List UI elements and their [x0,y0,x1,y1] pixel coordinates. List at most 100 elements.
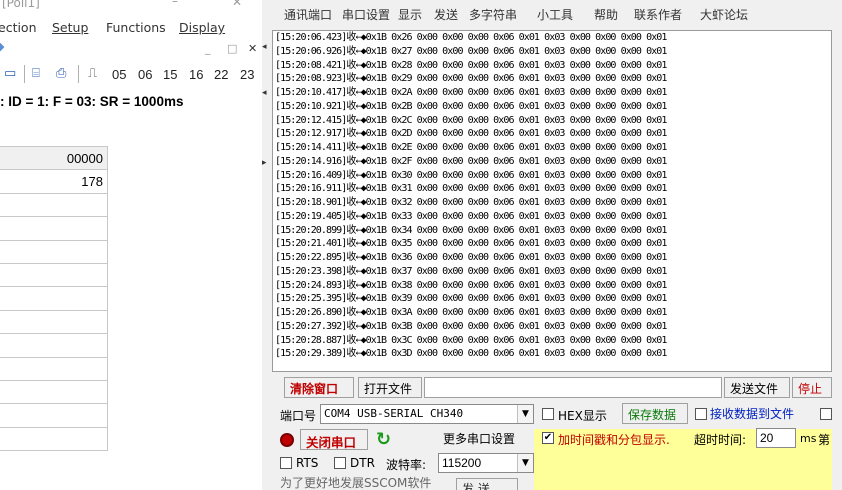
function-23-button[interactable]: 23 [240,67,254,82]
menu-send[interactable]: 发送 [434,6,458,23]
file-path-field[interactable] [424,377,722,398]
table-row[interactable] [0,240,108,264]
receive-log[interactable]: [15:20:06.423]收←◆0x1B 0x26 0x00 0x00 0x0… [272,30,832,372]
splitter-arrow-icon: ◂ [262,88,267,98]
log-line: [15:20:08.421]收←◆0x1B 0x28 0x00 0x00 0x0… [275,59,667,71]
menu-display[interactable]: 显示 [398,6,422,23]
timestamp-checkbox[interactable]: ✔ [542,432,554,444]
port-control-row: 关闭串口 ↻ 更多串口设置 ✔ 加时间戳和分包显示. 超时时间: 20 ms 第 [272,427,842,453]
pulse-icon[interactable]: ⎍ [88,66,97,81]
timeout-unit: ms [800,432,817,445]
log-line: [15:20:18.901]收←◆0x1B 0x32 0x00 0x00 0x0… [275,197,667,208]
mdi-bar: ◆ _ □ ✕ [0,40,268,58]
table-row[interactable]: 178 [0,170,108,194]
log-line: [15:20:27.392]收←◆0x1B 0x3B 0x00 0x00 0x0… [275,320,667,332]
log-line: [15:20:06.926]收←◆0x1B 0x27 0x00 0x00 0x0… [275,45,667,57]
menu-contact[interactable]: 联系作者 [634,6,682,23]
poll-definition-text: : ID = 1: F = 03: SR = 1000ms [0,94,184,109]
log-line: [15:20:26.890]收←◆0x1B 0x3A 0x00 0x00 0x0… [275,307,667,318]
menu-connection[interactable]: ection [0,20,37,35]
close-button[interactable]: ✕ [232,0,242,9]
menu-multi-string[interactable]: 多字符串 [469,6,517,23]
splitter-handle[interactable]: ◂ ◂ ▸ [262,30,272,370]
close-port-button[interactable]: 关闭串口 [300,429,368,450]
menu-port[interactable]: 通讯端口 [284,6,332,23]
next-label: 第 [818,433,831,447]
menu-functions[interactable]: Functions [106,20,166,35]
window-icon[interactable]: ▭ [4,66,16,81]
minimize-button[interactable]: – [172,0,178,8]
function-05-button[interactable]: 05 [112,67,126,82]
save-data-button[interactable]: 保存数据 [622,403,688,424]
log-line: [15:20:10.417]收←◆0x1B 0x2A 0x00 0x00 0x0… [275,87,667,98]
table-row[interactable] [0,334,108,358]
clear-window-button[interactable]: 清除窗口 [284,377,354,398]
open-file-button[interactable]: 打开文件 [358,377,422,398]
log-line: [15:20:28.887]收←◆0x1B 0x3C 0x00 0x00 0x0… [275,334,667,346]
mdi-close-button[interactable]: ✕ [248,42,257,55]
window-title: [Poll1] [2,0,40,10]
table-row[interactable] [0,427,108,452]
log-line: [15:20:12.415]收←◆0x1B 0x2C 0x00 0x00 0x0… [275,114,667,126]
baud-select[interactable]: 115200 ▼ [438,453,534,473]
log-line: [15:20:21.401]收←◆0x1B 0x35 0x00 0x00 0x0… [275,238,667,250]
more-settings-button[interactable]: 更多串口设置 [438,428,536,449]
mdi-restore-button[interactable]: □ [227,42,237,55]
recv-to-file-label[interactable]: 接收数据到文件 [710,405,794,422]
toolbar-separator [24,65,25,83]
connect-icon[interactable]: ⌸ [32,66,40,81]
table-row[interactable] [0,357,108,381]
port-select[interactable]: COM4 USB-SERIAL CH340 ▼ [320,404,534,424]
send-file-button[interactable]: 发送文件 [724,377,790,398]
menu-help[interactable]: 帮助 [594,6,618,23]
menu-serial-settings[interactable]: 串口设置 [342,6,390,23]
stop-button[interactable]: 停止 [792,377,832,398]
log-line: [15:20:16.409]收←◆0x1B 0x30 0x00 0x00 0x0… [275,169,667,181]
log-line: [15:20:24.893]收←◆0x1B 0x38 0x00 0x00 0x0… [275,279,667,291]
serial-options-row: RTS DTR 波特率: 115200 ▼ [272,453,842,475]
menu-forum[interactable]: 大虾论坛 [700,6,748,23]
port-status-icon [280,433,294,447]
timeout-input[interactable]: 20 [756,428,796,448]
table-row[interactable] [0,404,108,428]
poll-status-line: : ID = 1: F = 03: SR = 1000ms [0,92,268,114]
function-22-button[interactable]: 22 [214,67,228,82]
function-15-button[interactable]: 15 [163,67,177,82]
baud-label: 波特率: [386,458,427,472]
port-row: 端口号 COM4 USB-SERIAL CH340 ▼ HEX显示 保存数据 接… [272,403,842,427]
log-line: [15:20:06.423]收←◆0x1B 0x26 0x00 0x00 0x0… [275,32,667,43]
function-06-button[interactable]: 06 [138,67,152,82]
footer-text: 为了更好地发展SSCOM软件 [280,476,432,490]
dtr-checkbox[interactable] [334,457,346,469]
recv-to-file-checkbox[interactable] [695,408,707,420]
menu-tools[interactable]: 小工具 [537,6,573,23]
table-row[interactable] [0,217,108,241]
log-line: [15:20:22.895]收←◆0x1B 0x36 0x00 0x00 0x0… [275,252,667,263]
log-line: [15:20:19.405]收←◆0x1B 0x33 0x00 0x00 0x0… [275,210,667,222]
log-line: [15:20:23.398]收←◆0x1B 0x37 0x00 0x00 0x0… [275,265,667,277]
extra-checkbox[interactable] [820,408,832,420]
timeout-label: 超时时间: [694,433,747,447]
mdi-minimize-button[interactable]: _ [205,42,211,55]
function-16-button[interactable]: 16 [189,67,203,82]
log-line: [15:20:12.917]收←◆0x1B 0x2D 0x00 0x00 0x0… [275,128,667,140]
hex-display-label: HEX显示 [558,409,607,423]
log-line: [15:20:20.899]收←◆0x1B 0x34 0x00 0x00 0x0… [275,224,667,236]
menu-display[interactable]: Display [179,20,225,35]
rts-checkbox[interactable] [280,457,292,469]
table-row[interactable] [0,263,108,288]
refresh-icon[interactable]: ↻ [376,429,391,450]
print-icon[interactable]: ⎙ [56,66,66,81]
log-line: [15:20:16.911]收←◆0x1B 0x31 0x00 0x00 0x0… [275,183,667,195]
send-button[interactable]: 发 送 [456,478,518,490]
title-bar: [Poll1] – ✕ [0,0,268,10]
table-row[interactable] [0,310,108,335]
table-row[interactable] [0,287,108,311]
dtr-label: DTR [350,456,375,470]
menu-setup[interactable]: Setup [52,20,88,35]
table-row[interactable] [0,193,108,218]
hex-display-checkbox[interactable] [542,408,554,420]
register-grid: 00000 178 [0,146,108,452]
table-row[interactable] [0,380,108,405]
splitter-arrow-icon: ▸ [262,158,267,168]
